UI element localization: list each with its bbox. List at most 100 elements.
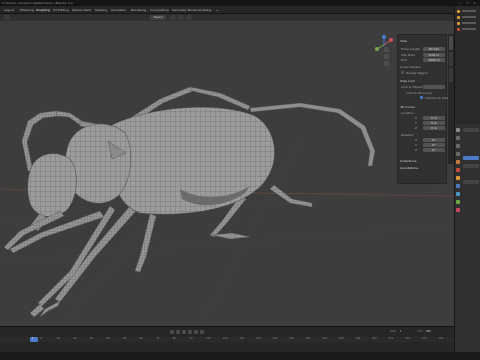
- end-frame-field[interactable]: 250: [426, 330, 431, 333]
- timeline-tick-label: 10: [56, 337, 60, 340]
- output-tab-icon[interactable]: [456, 144, 460, 148]
- camera-icon[interactable]: [384, 61, 389, 66]
- clip-start-label: Clip Start: [401, 53, 415, 57]
- play-button[interactable]: [188, 330, 192, 334]
- location-x-field[interactable]: 0 m: [423, 116, 445, 120]
- sidebar-tab-item[interactable]: [449, 68, 453, 82]
- zoom-icon[interactable]: [384, 47, 389, 52]
- camera-to-view-checkbox[interactable]: [420, 96, 423, 99]
- viewport-shading-button[interactable]: [170, 15, 176, 20]
- pan-hand-icon[interactable]: [384, 54, 389, 59]
- start-frame-field[interactable]: 1: [400, 330, 402, 333]
- rotation-label: Rotation: [401, 133, 414, 137]
- sidebar-tab-view[interactable]: [449, 36, 453, 50]
- section-view-lock-header[interactable]: View Lock: [400, 79, 415, 83]
- tab-animation[interactable]: Animation: [111, 7, 126, 13]
- tab-layout[interactable]: Layout: [4, 7, 14, 13]
- 3d-viewport[interactable]: Object View Focal Length 50 mm Clip Star…: [0, 14, 454, 326]
- outliner-item[interactable]: [457, 22, 479, 26]
- jump-start-button[interactable]: [170, 330, 174, 334]
- section-3d-cursor-header[interactable]: 3D Cursor: [400, 105, 415, 109]
- outliner-item[interactable]: [457, 28, 479, 32]
- timeline-tick-label: 130: [255, 337, 261, 340]
- timeline-tick-label: 100: [206, 337, 211, 340]
- tab-texture-paint[interactable]: Texture Paint: [72, 7, 91, 13]
- object-tab-icon[interactable]: [456, 176, 460, 180]
- tab-uv-editing[interactable]: UV Editing: [53, 7, 69, 13]
- close-button[interactable]: ✕: [472, 1, 477, 5]
- modifier-tab-icon[interactable]: [456, 184, 460, 188]
- properties-field[interactable]: [463, 180, 479, 184]
- tool-tab-icon[interactable]: [456, 128, 460, 132]
- properties-editor[interactable]: [454, 124, 480, 352]
- rotation-z-label: Z: [415, 148, 418, 152]
- rotation-y-field[interactable]: 0°: [423, 143, 445, 147]
- location-y-field[interactable]: 0 m: [423, 121, 445, 125]
- tab-scripting[interactable]: Scripting: [198, 7, 211, 13]
- location-z-label: Z: [415, 126, 418, 130]
- location-z-row: Z 0 m: [401, 126, 445, 130]
- clip-start-field[interactable]: 0.01 m: [423, 53, 445, 57]
- properties-field[interactable]: [463, 128, 479, 132]
- prev-keyframe-button[interactable]: [176, 330, 180, 334]
- physics-tab-icon[interactable]: [456, 192, 460, 196]
- maximize-button[interactable]: ☐: [465, 1, 470, 5]
- render-tab-icon[interactable]: [456, 136, 460, 140]
- rotation-x-field[interactable]: 0°: [423, 138, 445, 142]
- properties-selected-item[interactable]: [463, 156, 479, 160]
- timeline-tick-label: 0: [40, 337, 42, 340]
- minimize-button[interactable]: —: [458, 1, 463, 5]
- add-workspace-button[interactable]: +: [216, 7, 219, 13]
- clip-end-field[interactable]: 1000 m: [423, 58, 445, 62]
- timeline-tick-label: 60: [139, 337, 143, 340]
- timeline-tick-label: 30: [89, 337, 93, 340]
- tab-shading[interactable]: Shading: [95, 7, 107, 13]
- rotation-z-field[interactable]: 0°: [423, 148, 445, 152]
- tab-sculpting[interactable]: Sculpting: [36, 7, 50, 13]
- location-label: Location: [401, 111, 414, 115]
- scene-tab-icon[interactable]: [456, 160, 460, 164]
- focal-length-field[interactable]: 50 mm: [423, 47, 445, 51]
- navigation-gizmo[interactable]: [373, 34, 395, 56]
- mode-selector[interactable]: Object: [150, 15, 166, 20]
- tab-rendering[interactable]: Rendering: [131, 7, 146, 13]
- properties-field[interactable]: [463, 164, 479, 168]
- mesh-icon: [457, 16, 460, 19]
- timeline[interactable]: Start 1 End 250 1 0 10 20 30 40 50 60 70 80 90 100…: [0, 326, 460, 352]
- outliner-item[interactable]: [457, 10, 479, 14]
- tab-compositing[interactable]: Compositing: [150, 7, 169, 13]
- location-z-field[interactable]: 0 m: [423, 126, 445, 130]
- sidebar-tab-tool[interactable]: [449, 52, 453, 66]
- jump-end-button[interactable]: [200, 330, 204, 334]
- outliner[interactable]: [454, 6, 480, 124]
- current-frame-label: 1: [32, 337, 34, 340]
- lock-object-field[interactable]: [423, 85, 445, 89]
- clip-end-row: End 1000 m: [401, 58, 445, 62]
- section-collections-header[interactable]: Collections: [400, 159, 416, 163]
- outliner-item-label: [462, 22, 476, 24]
- section-view-header[interactable]: View: [400, 39, 407, 43]
- timeline-tick-label: 20: [73, 337, 77, 340]
- tab-geometry-nodes[interactable]: Geometry Nodes: [172, 7, 197, 13]
- overlay-button[interactable]: [178, 15, 184, 20]
- view-layer-tab-icon[interactable]: [456, 152, 460, 156]
- editor-type-button[interactable]: [4, 15, 10, 20]
- y-axis-icon[interactable]: [375, 47, 379, 51]
- x-axis-icon[interactable]: [389, 38, 393, 42]
- timeline-tick-label: 170: [322, 337, 327, 340]
- tab-modeling[interactable]: Modeling: [20, 7, 34, 13]
- z-axis-icon[interactable]: [382, 35, 386, 39]
- timeline-tick-label: 190: [355, 337, 361, 340]
- render-region-checkbox[interactable]: [401, 71, 404, 74]
- material-tab-icon[interactable]: [456, 208, 460, 212]
- world-tab-icon[interactable]: [456, 168, 460, 172]
- timeline-tick-label: 220: [405, 337, 410, 340]
- properties-tabs: [455, 126, 461, 246]
- section-annotations-header[interactable]: Annotations: [400, 166, 418, 170]
- next-keyframe-button[interactable]: [194, 330, 198, 334]
- play-reverse-button[interactable]: [182, 330, 186, 334]
- data-tab-icon[interactable]: [456, 200, 460, 204]
- snap-button[interactable]: [186, 15, 192, 20]
- outliner-item[interactable]: [457, 16, 479, 20]
- timeline-tick-label: 240: [438, 337, 444, 340]
